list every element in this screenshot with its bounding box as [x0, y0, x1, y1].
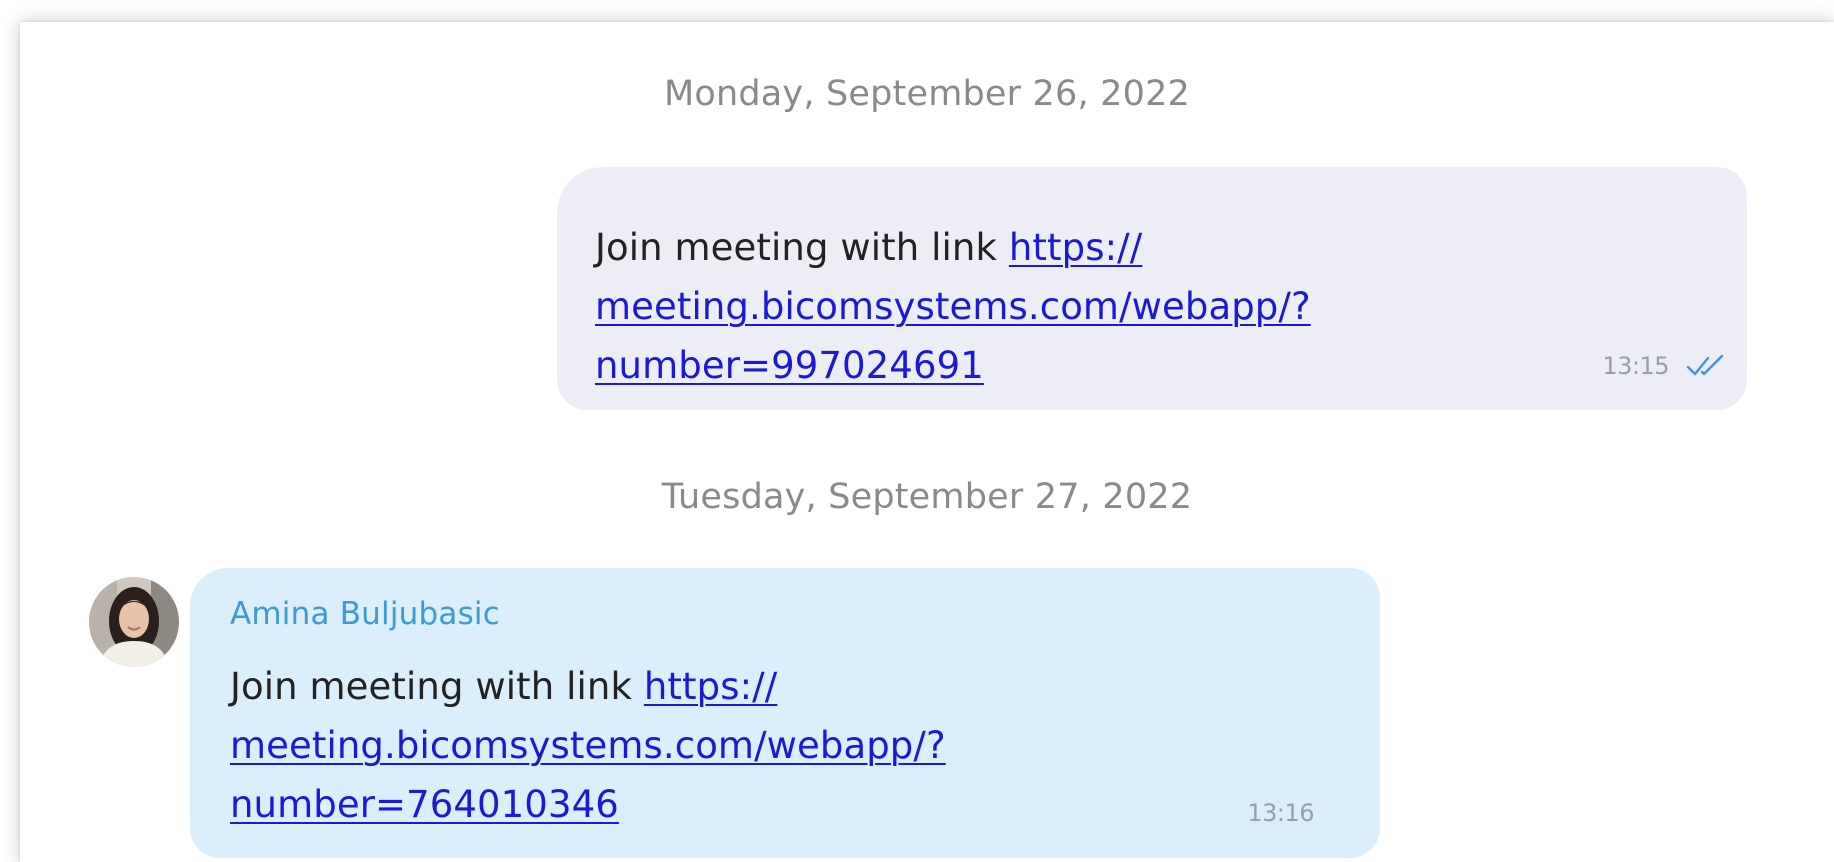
outgoing-message-bubble[interactable]: Join meeting with link https://meeting.b…	[557, 167, 1747, 410]
avatar-photo-icon	[89, 577, 179, 667]
message-text-prefix: Join meeting with link	[230, 665, 644, 708]
message-text: Join meeting with link https://meeting.b…	[230, 657, 946, 834]
incoming-message-bubble[interactable]: Amina Buljubasic Join meeting with link …	[190, 568, 1380, 858]
chat-window: Monday, September 26, 2022 Join meeting …	[20, 22, 1834, 862]
message-timestamp: 13:15	[1602, 352, 1669, 380]
sender-name[interactable]: Amina Buljubasic	[230, 596, 500, 632]
message-timestamp: 13:16	[1247, 799, 1314, 827]
message-text: Join meeting with link https://meeting.b…	[595, 218, 1311, 395]
user-avatar[interactable]	[89, 577, 179, 667]
date-separator: Tuesday, September 27, 2022	[661, 477, 1193, 517]
double-check-icon	[1686, 354, 1724, 376]
message-text-prefix: Join meeting with link	[595, 226, 1009, 269]
date-separator: Monday, September 26, 2022	[663, 74, 1191, 114]
